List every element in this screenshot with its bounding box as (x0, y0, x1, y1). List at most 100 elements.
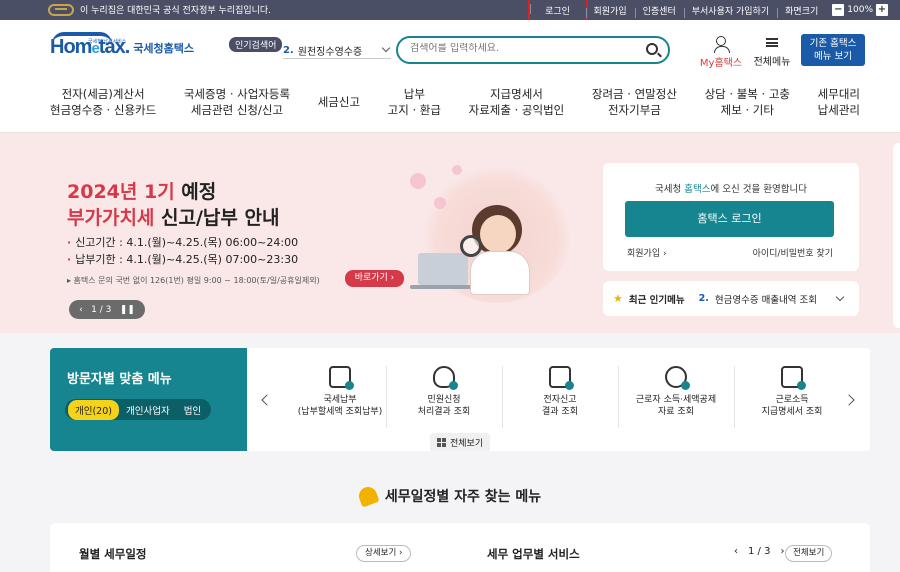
service-label: 근로소득 (775, 395, 809, 405)
search-box (396, 36, 670, 64)
gov-logo-icon (48, 3, 74, 16)
recent-popular-menu[interactable]: ★ 최근 인기메뉴 2. 현금영수증 매출내역 조회 (603, 281, 859, 316)
zoom-control: − 100% + (826, 4, 900, 16)
magnifier-icon (460, 235, 482, 257)
logo-korean-name: 국세청홈택스 (133, 42, 194, 55)
nav-item-payment-statement[interactable]: 지급명세서 자료제출 · 공익법인 (469, 86, 565, 118)
nav-item-tax-agent[interactable]: 세무대리 납세관리 (818, 86, 860, 118)
service-sublabel: 자료 조회 (658, 407, 694, 417)
service-page-indicator: 1 / 3 (748, 546, 771, 557)
character-body (470, 251, 530, 295)
service-earned-income[interactable]: 근로소득 지급명세서 조회 (734, 366, 850, 418)
monthly-detail-button[interactable]: 상세보기 › (356, 545, 412, 562)
tab-sole-proprietor[interactable]: 개인사업자 (119, 400, 177, 420)
hero-title-black: 예정 (174, 181, 217, 203)
hero-prev-button[interactable]: ‹ (79, 305, 83, 315)
service-e-filing[interactable]: 전자신고 결과 조회 (502, 366, 618, 418)
star-icon: ★ (613, 292, 623, 305)
chevron-left-icon[interactable] (261, 394, 273, 406)
search-input[interactable] (410, 43, 630, 54)
popular-search-tag: 인기검색어 (229, 37, 283, 52)
service-all-view-button[interactable]: 전체보기 (785, 545, 833, 562)
popular-search-select[interactable]: 2. 원천징수영수증 (283, 43, 391, 59)
zoom-value: 100% (847, 5, 873, 15)
nav-item-payment[interactable]: 납부 고지 · 환급 (388, 86, 441, 118)
recent-popular-rank: 2. (698, 293, 709, 304)
zoom-in-button[interactable]: + (876, 4, 888, 16)
my-hometax-button[interactable]: My홈택스 (698, 36, 744, 69)
bell-icon (356, 484, 380, 508)
tab-individual[interactable]: 개인(20) (68, 399, 119, 420)
blossom-icon (452, 165, 462, 175)
signup-link-panel[interactable]: 회원가입 › (627, 246, 667, 259)
nav-item-einvoice[interactable]: 전자(세금)계산서 현금영수증 · 신용카드 (50, 86, 156, 118)
bottom-panel: 월별 세무일정 상세보기 › 세무 업무별 서비스 ‹ 1 / 3 › 전체보기 (50, 523, 870, 572)
folder-icon (781, 366, 806, 390)
old-hometax-line2: 메뉴 보기 (814, 51, 852, 62)
hero-payment-deadline: 납부기한 : 4.1.(월)~4.25.(목) 07:00~23:30 (67, 251, 298, 267)
hero-banner: 2024년 1기 예정 부가가치세 신고/납부 안내 신고기간 : 4.1.(월… (0, 133, 900, 333)
gov-notice: 이 누리집은 대한민국 공식 전자정부 누리집입니다. (48, 3, 271, 16)
visitor-menu-title: 방문자별 맞춤 메뉴 (67, 372, 172, 387)
side-quick-tab[interactable] (893, 143, 900, 328)
all-menu-label: 전체메뉴 (753, 57, 791, 68)
service-label: 국세납부 (323, 395, 357, 405)
global-nav: 전자(세금)계산서 현금영수증 · 신용카드 국세증명 · 사업자등록 세금관련… (50, 86, 860, 118)
all-view-label: 전체보기 (450, 438, 484, 449)
old-hometax-menu-button[interactable]: 기존 홈택스 메뉴 보기 (801, 34, 865, 66)
search-icon[interactable] (646, 43, 658, 55)
hero-contact-note: ▸ 홈택스 문의 국번 없이 126(1번) 평일 9:00 ~ 18:00(토… (67, 276, 320, 285)
nav-item-incentives[interactable]: 장려금 · 연말정산 전자기부금 (592, 86, 677, 118)
hero-filing-period: 신고기간 : 4.1.(월)~4.25.(목) 06:00~24:00 (67, 234, 298, 250)
nav-item-tax-return[interactable]: 세금신고 (318, 86, 360, 118)
chevron-down-icon (381, 43, 391, 53)
service-sublabel: 지급명세서 조회 (761, 407, 823, 417)
hero-page-indicator: 1 / 3 (91, 304, 112, 315)
blossom-icon (434, 197, 446, 209)
blossom-icon (410, 173, 426, 189)
nav-item-consulting[interactable]: 상담 · 불복 · 고충 제보 · 기타 (705, 86, 790, 118)
service-label: 민원신청 (427, 395, 461, 405)
all-menu-button[interactable]: 전체메뉴 (750, 36, 794, 68)
cert-center-link[interactable]: 인증센터 (634, 4, 684, 18)
visitor-all-view-button[interactable]: 전체보기 (430, 433, 491, 451)
hometax-login-button[interactable]: 홈택스 로그인 (625, 201, 834, 237)
tab-corporation[interactable]: 법인 (177, 400, 208, 420)
laptop-icon (418, 253, 468, 285)
service-pager: ‹ 1 / 3 › (734, 546, 784, 557)
my-hometax-label: My홈택스 (699, 58, 743, 69)
service-worker-deduction[interactable]: 근로자 소득·세액공제 자료 조회 (618, 366, 734, 418)
service-sublabel: 처리결과 조회 (417, 407, 471, 417)
hero-illustration (390, 153, 590, 313)
welcome-text: 국세청 홈택스에 오신 것을 환영합니다 (603, 181, 859, 195)
grid-icon (437, 437, 446, 447)
service-next-button[interactable]: › (780, 546, 784, 557)
visitor-tabs: 개인(20) 개인사업자 법인 (65, 399, 212, 420)
chevron-down-icon (835, 292, 845, 302)
find-id-password-link[interactable]: 아이디/비밀번호 찾기 (753, 246, 833, 259)
pause-icon[interactable]: ❚❚ (120, 305, 135, 315)
service-prev-button[interactable]: ‹ (734, 546, 738, 557)
service-civil-petition[interactable]: 민원신청 처리결과 조회 (386, 366, 502, 418)
service-tax-payment[interactable]: 국세납부 (납부할세액 조회납부) (282, 366, 398, 418)
visitor-menu: 방문자별 맞춤 메뉴 개인(20) 개인사업자 법인 국세납부 (납부할세액 조… (50, 348, 870, 451)
hometax-logo[interactable]: 국세청 납세서비스 Hometax. 국세청홈택스 (50, 32, 194, 59)
hero-title-red: 부가가치세 (67, 207, 155, 229)
welcome-pre: 국세청 (655, 184, 685, 195)
nav-item-certificates[interactable]: 국세증명 · 사업자등록 세금관련 신청/신고 (184, 86, 290, 118)
zoom-out-button[interactable]: − (832, 4, 845, 16)
service-sublabel: (납부할세액 조회납부) (297, 407, 383, 417)
recent-popular-title: 최근 인기메뉴 (628, 294, 685, 306)
service-label: 근로자 소득·세액공제 (635, 395, 717, 405)
dept-user-signup-link[interactable]: 부서사용자 가입하기 (683, 4, 777, 18)
schedule-section-title: 세무일정별 자주 찾는 메뉴 (0, 484, 900, 508)
gov-notice-text: 이 누리집은 대한민국 공식 전자정부 누리집입니다. (80, 6, 272, 16)
hero-title-black: 신고/납부 안내 (154, 207, 280, 229)
money-bag-icon (433, 366, 458, 390)
signup-link[interactable]: 회원가입 (585, 4, 635, 18)
document-icon (329, 366, 354, 390)
service-label: 전자신고 (543, 395, 577, 405)
heart-hands-icon (665, 366, 690, 390)
hero-title-line1: 2024년 1기 예정 (67, 177, 216, 204)
hero-title-red: 2024년 1기 (67, 181, 175, 203)
